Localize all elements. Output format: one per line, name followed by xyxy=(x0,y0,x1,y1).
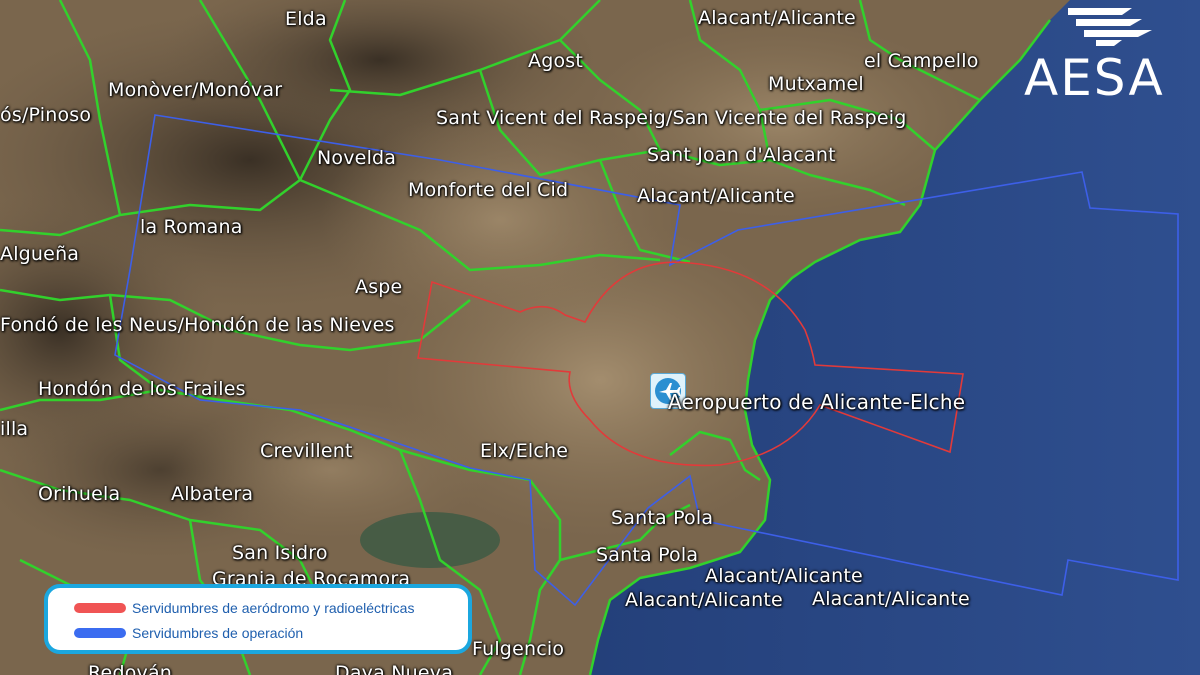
place-label: Algueña xyxy=(0,243,80,265)
legend-label: Servidumbres de aeródromo y radioeléctri… xyxy=(132,600,415,616)
satellite-map[interactable]: Elda Alacant/Alicante Agost el Campello … xyxy=(0,0,1200,675)
legend-item-operation: Servidumbres de operación xyxy=(74,625,303,641)
place-label: Crevillent xyxy=(260,440,353,462)
place-label: Santa Pola xyxy=(596,544,699,566)
place-label: Redován xyxy=(88,662,173,675)
place-label: la Romana xyxy=(140,216,243,238)
place-label: Santa Pola xyxy=(611,507,714,529)
legend-label: Servidumbres de operación xyxy=(132,625,304,641)
legend-item-aerodrome: Servidumbres de aeródromo y radioeléctri… xyxy=(74,600,414,616)
place-label: Sant Joan d'Alacant xyxy=(647,144,836,166)
place-label: Albatera xyxy=(171,483,254,505)
place-label: Alacant/Alicante xyxy=(812,588,970,610)
place-label: el Campello xyxy=(864,50,979,72)
place-label: Alacant/Alicante xyxy=(698,7,856,29)
place-label: Fondó de les Neus/Hondón de las Nieves xyxy=(0,314,395,336)
airport-label[interactable]: Aeropuerto de Alicante-Elche xyxy=(668,391,965,413)
place-label: Monòver/Monóvar xyxy=(108,79,283,101)
place-label: Daya Nueva xyxy=(335,662,454,675)
place-label: Elda xyxy=(285,8,327,30)
place-label: Mutxamel xyxy=(768,73,864,95)
place-label: Agost xyxy=(528,50,584,72)
place-label: Aspe xyxy=(355,276,403,298)
place-label: Sant Vicent del Raspeig/San Vicente del … xyxy=(436,107,907,129)
place-label: illa xyxy=(0,418,29,440)
place-label: Fulgencio xyxy=(472,638,565,660)
map-legend: Servidumbres de aeródromo y radioeléctri… xyxy=(44,584,472,654)
aesa-logo: AESA xyxy=(1022,2,1182,107)
place-label: ós/Pinoso xyxy=(0,104,92,126)
legend-swatch-blue xyxy=(74,628,126,638)
legend-swatch-red xyxy=(74,603,126,613)
place-label: Alacant/Alicante xyxy=(705,565,863,587)
place-label: Alacant/Alicante xyxy=(637,185,795,207)
place-label: Hondón de los Frailes xyxy=(38,378,246,400)
map-imagery xyxy=(0,0,1200,675)
salt-lagoon xyxy=(360,512,500,568)
place-label: San Isidro xyxy=(232,542,328,564)
place-label: Orihuela xyxy=(38,483,121,505)
place-label: Elx/Elche xyxy=(480,440,569,462)
place-label: Novelda xyxy=(317,147,397,169)
aesa-wing-logo-icon xyxy=(1068,8,1152,46)
place-label: Monforte del Cid xyxy=(408,179,569,201)
aesa-logo-text: AESA xyxy=(1024,49,1165,107)
place-label: Alacant/Alicante xyxy=(625,589,783,611)
